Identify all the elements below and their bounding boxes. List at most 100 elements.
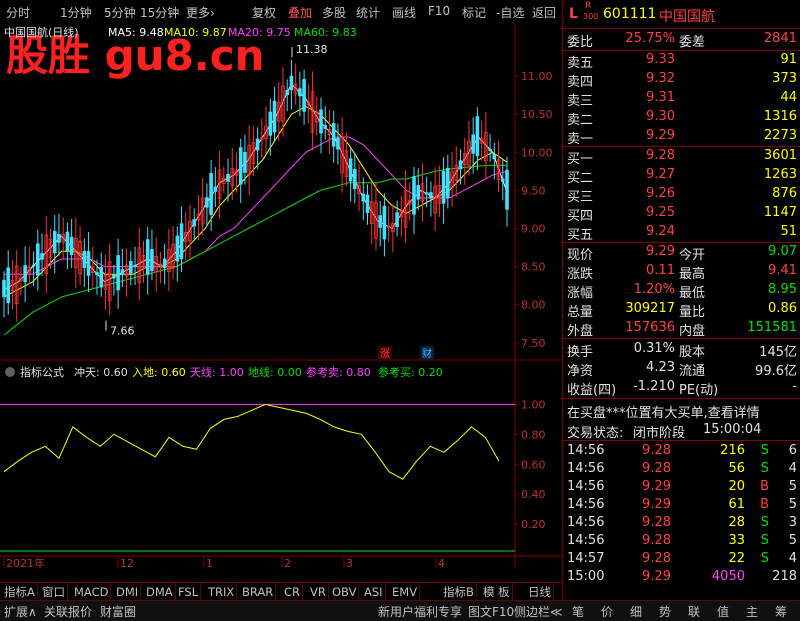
- ask-row[interactable]: 卖二 9.30 1316: [563, 109, 800, 128]
- ask-label: 卖二: [567, 113, 594, 128]
- bid-row[interactable]: 买四 9.25 1147: [563, 205, 800, 224]
- candle-body: [395, 212, 399, 227]
- candle-body: [505, 169, 509, 210]
- toolbar-item-2[interactable]: 5分钟: [104, 4, 136, 21]
- bid-row[interactable]: 买一 9.28 3601: [563, 148, 800, 167]
- bid-label: 买四: [567, 209, 594, 224]
- toolbar-item-0[interactable]: 分时: [6, 4, 30, 21]
- tick-time: 14:56: [567, 533, 605, 548]
- x-tick-label: 12: [120, 557, 134, 568]
- tick-volume: 216: [720, 443, 745, 458]
- candle-body: [285, 89, 290, 95]
- indicator-tab-3[interactable]: DMI: [114, 583, 142, 601]
- candle-body: [298, 88, 302, 97]
- side-tool-7[interactable]: 筹: [775, 603, 787, 620]
- indicator-tab-8[interactable]: CR: [282, 583, 304, 601]
- ask-row[interactable]: 卖三 9.31 44: [563, 90, 800, 109]
- indicator-legend-4: 参考卖: 0.80: [306, 365, 371, 379]
- candle-body: [323, 125, 328, 129]
- stock-code[interactable]: 601111: [603, 6, 656, 22]
- ask-row[interactable]: 卖四 9.32 373: [563, 71, 800, 90]
- toolbar-item-4[interactable]: 更多›: [186, 4, 215, 21]
- ask-volume: 91: [780, 52, 797, 67]
- side-tool-6[interactable]: 主: [746, 603, 758, 620]
- indicator-tab-5[interactable]: FSL: [176, 583, 202, 601]
- toolbar-item-r0[interactable]: 复权: [252, 4, 276, 21]
- candle-body: [2, 279, 6, 298]
- indicator-tab-2[interactable]: MACD: [72, 583, 112, 601]
- stat-value: 8.95: [768, 282, 797, 297]
- tick-volume: 22: [728, 551, 745, 566]
- indicator-tab-15[interactable]: 日线: [526, 583, 554, 601]
- fundamental-label: 收益(四): [567, 383, 617, 398]
- side-tool-3[interactable]: 势: [659, 603, 671, 620]
- bid-row[interactable]: 买二 9.27 1263: [563, 167, 800, 186]
- indicator-tab-13[interactable]: 指标B: [441, 583, 477, 601]
- candle-body: [412, 176, 416, 215]
- kline-chart[interactable]: 股胜 gu8.cn中国国航(日线) MA5: 9.48 MA10: 9.87 MA20…: [0, 24, 562, 568]
- tick-volume: 28: [728, 515, 745, 530]
- toolbar-item-3[interactable]: 15分钟: [140, 4, 179, 21]
- side-tool-1[interactable]: 价: [601, 603, 613, 620]
- indicator-tab-6[interactable]: TRIX: [206, 583, 238, 601]
- x-tick-label: 4: [438, 557, 445, 568]
- indicator-tab-0[interactable]: 指标A: [2, 583, 38, 601]
- indicator-y-tick: 1.00: [521, 398, 546, 411]
- indicator-legend-3: 地线: 0.00: [248, 365, 302, 379]
- new-user-promo[interactable]: 新用户福利专享: [378, 603, 462, 620]
- indicator-tab-10[interactable]: OBV: [330, 583, 360, 601]
- ma5-legend: MA5: 9.48: [108, 26, 164, 39]
- stock-name[interactable]: 中国国航: [659, 6, 715, 26]
- y-tick-label: 8.00: [521, 299, 546, 312]
- toolbar-item-r6[interactable]: 标记: [462, 4, 486, 21]
- side-tool-2[interactable]: 细: [630, 603, 642, 620]
- indicator-tab-4[interactable]: DMA: [144, 583, 176, 601]
- bid-row[interactable]: 买三 9.26 876: [563, 186, 800, 205]
- indicator-tab-11[interactable]: ASI: [362, 583, 386, 601]
- bid-price: 9.27: [646, 167, 675, 182]
- side-tool-4[interactable]: 联: [688, 603, 700, 620]
- toolbar-item-1[interactable]: 1分钟: [60, 4, 92, 21]
- candle-body: [6, 267, 11, 304]
- bid-row[interactable]: 买五 9.24 51: [563, 224, 800, 243]
- indicator-tab-9[interactable]: VR: [308, 583, 329, 601]
- candle-body: [302, 79, 306, 112]
- candle-body: [150, 249, 154, 271]
- stat-label: 涨幅: [567, 286, 594, 301]
- ask-price: 9.30: [646, 109, 675, 124]
- big-order-notice[interactable]: 在买盘***位置有大买单,查看详情: [563, 402, 800, 421]
- toolbar-item-r8[interactable]: 返回: [532, 4, 556, 21]
- candle-body: [23, 265, 27, 283]
- candle-body: [82, 250, 87, 268]
- toolbar-item-r4[interactable]: 画线: [392, 4, 416, 21]
- indicator-tab-12[interactable]: EMV: [390, 583, 421, 601]
- tick-price: 9.29: [642, 497, 671, 512]
- fundamental-row: 净资 4.23 流通 99.6亿: [563, 360, 800, 379]
- status-item-1[interactable]: 关联报价: [44, 603, 92, 620]
- tick-row: 14:56 9.28 216 S 6: [563, 443, 800, 461]
- toolbar-item-r1[interactable]: 叠加: [288, 4, 312, 21]
- candle-body: [145, 239, 150, 275]
- ask-row[interactable]: 卖一 9.29 2273: [563, 128, 800, 147]
- sidebar-toggle[interactable]: 侧边栏≪: [514, 603, 563, 620]
- candle-body: [382, 205, 387, 240]
- status-item-0[interactable]: 扩展∧: [4, 603, 37, 620]
- toolbar-item-r5[interactable]: F10: [428, 4, 450, 18]
- tick-time: 14:56: [567, 479, 605, 494]
- indicator-tab-1[interactable]: 窗口: [40, 583, 68, 601]
- side-tool-5[interactable]: 值: [717, 603, 729, 620]
- ask-row[interactable]: 卖五 9.33 91: [563, 52, 800, 71]
- indicator-tab-14[interactable]: 模 板: [481, 583, 513, 601]
- y-tick-label: 9.00: [521, 222, 546, 235]
- toolbar-item-r2[interactable]: 多股: [322, 4, 346, 21]
- indicator-tab-7[interactable]: BRAR: [240, 583, 277, 601]
- toolbar-item-r3[interactable]: 统计: [356, 4, 380, 21]
- stat-label: 内盘: [679, 324, 706, 339]
- graphic-f10-button[interactable]: 图文F10: [468, 603, 514, 620]
- side-tool-0[interactable]: 笔: [572, 603, 584, 620]
- stat-value: 9.41: [768, 263, 797, 278]
- status-item-2[interactable]: 财富圈: [100, 603, 136, 620]
- candle-body: [57, 233, 61, 243]
- toolbar-item-r7[interactable]: -自选: [496, 4, 524, 21]
- zhang-marker: 涨: [380, 348, 390, 360]
